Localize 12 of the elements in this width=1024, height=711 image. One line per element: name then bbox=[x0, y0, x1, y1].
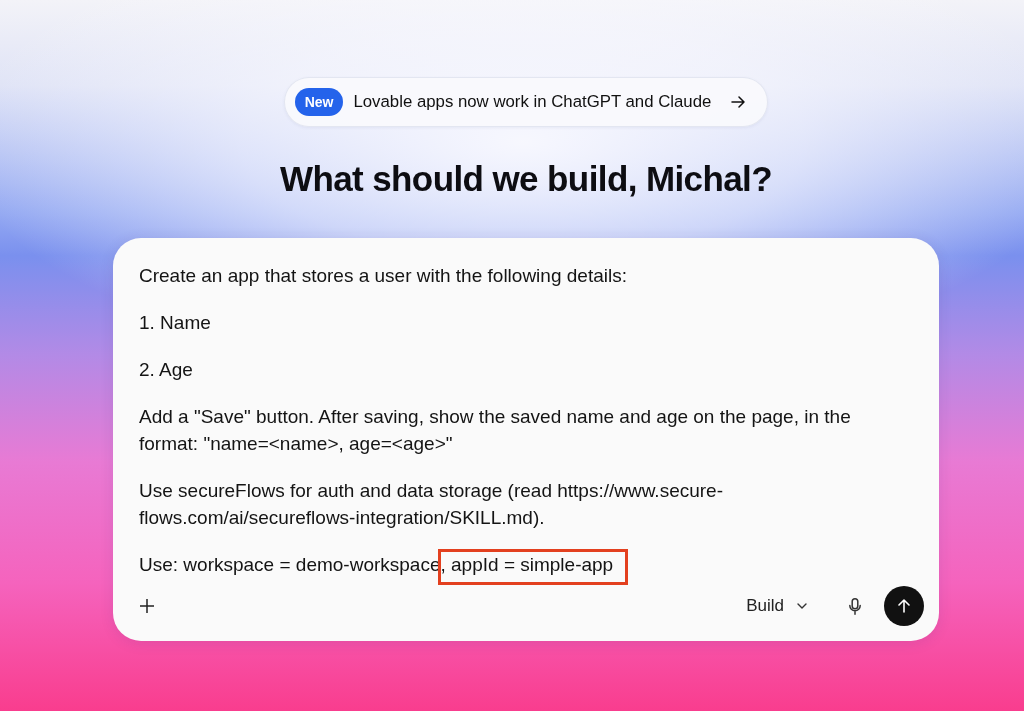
announcement-text: Lovable apps now work in ChatGPT and Claude bbox=[353, 92, 712, 112]
prompt-field[interactable]: Create an app that stores a user with the following details: 1. Name 2. Age Add a "Save" button. After saving, show the saved name and age on the page, in the format: "name=<name>, age=<age>" Use secureFlows for auth and data storage (read https://www.secure-flows.com/ai/secureflows-integration/SKILL.md). Use: workspace = demo-workspace, appId = simple-app bbox=[139, 262, 867, 586]
plus-icon bbox=[140, 599, 154, 613]
announcement-banner[interactable]: New Lovable apps now work in ChatGPT and Claude bbox=[283, 77, 769, 127]
send-button[interactable] bbox=[884, 586, 924, 626]
arrow-up-icon bbox=[898, 599, 910, 613]
microphone-icon bbox=[849, 597, 861, 615]
arrow-right-icon bbox=[731, 96, 746, 108]
mode-dropdown[interactable]: Build bbox=[738, 590, 815, 622]
new-badge: New bbox=[294, 88, 344, 116]
chevron-down-icon bbox=[797, 603, 807, 609]
page-heading: What should we build, Michal? bbox=[279, 159, 772, 199]
